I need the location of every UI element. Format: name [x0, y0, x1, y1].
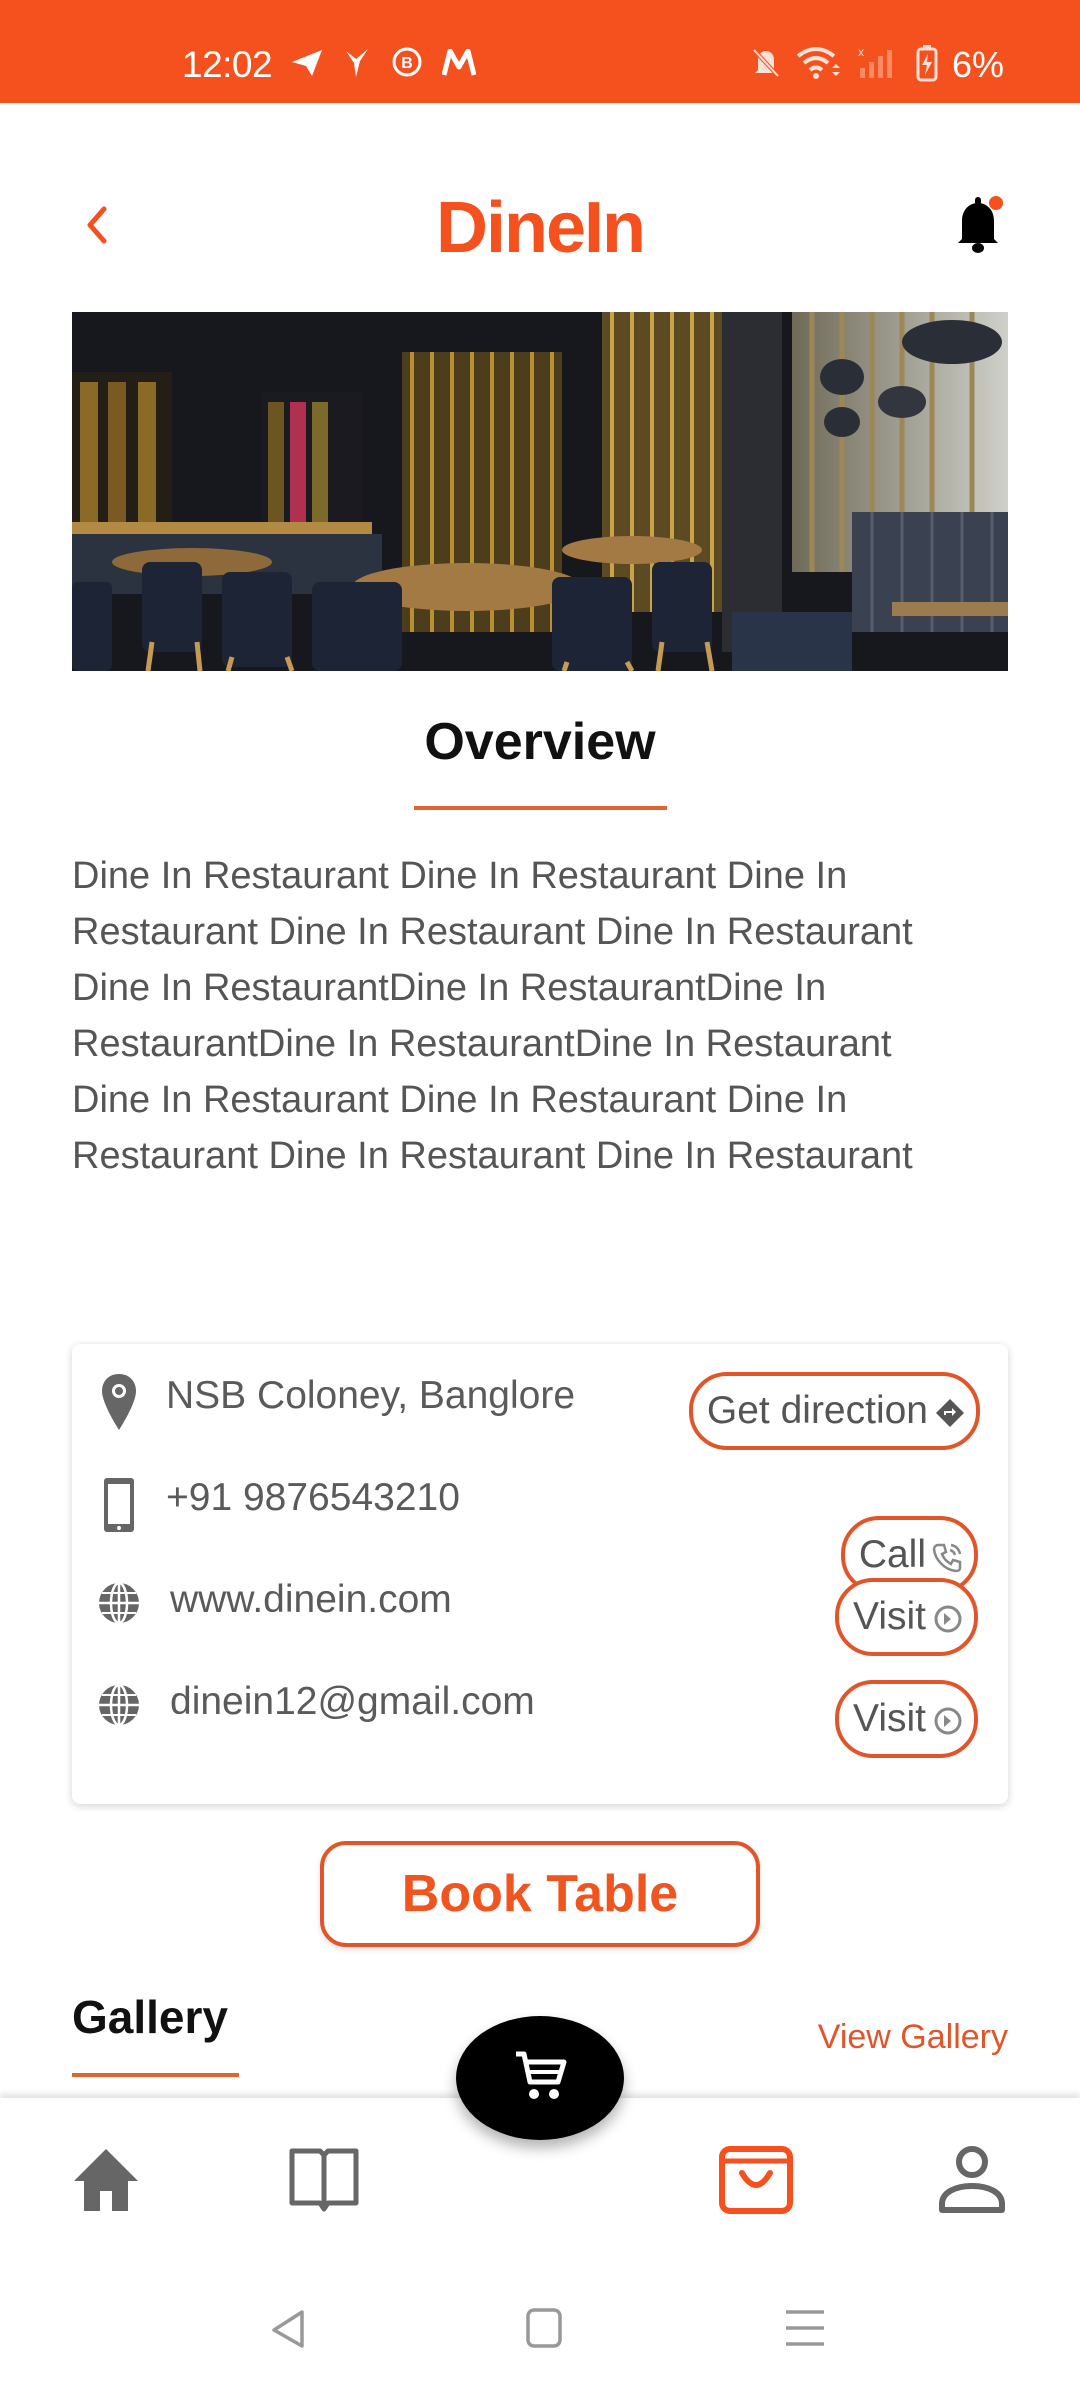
overview-heading: Overview: [424, 713, 656, 771]
b-chat-icon: B: [390, 46, 424, 84]
svg-text:B: B: [401, 55, 413, 72]
nav-profile[interactable]: [930, 2140, 1014, 2224]
status-time: 12:02: [182, 44, 273, 85]
status-left: 12:02 B: [182, 44, 477, 86]
nav-menu[interactable]: [282, 2140, 366, 2224]
signal-no-service-icon: x: [856, 45, 902, 84]
globe-icon: [96, 1682, 142, 1742]
phone-text: +91 9876543210: [166, 1476, 460, 1519]
phone-icon: [932, 1539, 964, 1573]
telegram-icon: [290, 48, 324, 82]
bird-app-icon: [342, 47, 372, 83]
gallery-underline: [72, 2073, 239, 2077]
overview-underline: [414, 806, 667, 810]
arrow-circle-right-icon: [932, 1601, 964, 1633]
system-navigation-bar: [0, 2248, 1080, 2400]
m-app-icon: [441, 48, 477, 81]
get-direction-button[interactable]: Get direction: [688, 1372, 980, 1450]
cart-button[interactable]: [456, 2016, 624, 2140]
battery-charging-icon: [916, 44, 938, 86]
app-header: DineIn: [0, 103, 1080, 303]
svg-text:x: x: [858, 46, 864, 59]
notifications-button[interactable]: [950, 193, 1010, 259]
visit-website-label: Visit: [853, 1595, 926, 1638]
view-gallery-link[interactable]: View Gallery: [818, 2018, 1008, 2057]
cart-icon: [512, 2048, 568, 2108]
system-home-button[interactable]: [522, 2306, 572, 2352]
contact-card: NSB Coloney, Banglore Get direction +91 …: [72, 1344, 1008, 1804]
triangle-back-icon: [266, 2310, 316, 2356]
map-pin-icon: [96, 1372, 142, 1432]
restaurant-interior-illustration: [72, 312, 1008, 671]
nav-orders[interactable]: [714, 2140, 798, 2224]
bell-muted-icon: [750, 46, 782, 84]
menu-lines-icon: [780, 2310, 830, 2356]
shopping-bag-icon: [718, 2145, 794, 2219]
home-icon: [70, 2145, 142, 2219]
restaurant-hero-image: [72, 312, 1008, 671]
smartphone-icon: [96, 1476, 142, 1536]
website-text: www.dinein.com: [170, 1578, 452, 1621]
directions-icon: [934, 1395, 966, 1427]
visit-website-button[interactable]: Visit: [835, 1578, 978, 1656]
system-back-button[interactable]: [266, 2306, 316, 2352]
globe-icon: [96, 1580, 142, 1640]
app-logo: DineIn: [435, 188, 646, 268]
call-label: Call: [858, 1533, 926, 1576]
overview-description: Dine In Restaurant Dine In Restaurant Di…: [72, 855, 913, 1177]
status-right: x 6%: [750, 44, 1004, 86]
bell-icon: [950, 196, 1010, 263]
visit-email-button[interactable]: Visit: [835, 1680, 978, 1758]
battery-percentage: 6%: [951, 44, 1004, 85]
status-bar: 12:02 B x 6%: [0, 0, 1080, 103]
square-home-icon: [522, 2308, 572, 2356]
visit-email-label: Visit: [853, 1697, 926, 1740]
book-open-icon: [286, 2145, 362, 2219]
user-icon: [936, 2144, 1008, 2220]
address-text: NSB Coloney, Banglore: [166, 1374, 576, 1417]
arrow-circle-right-icon: [932, 1703, 964, 1735]
get-direction-label: Get direction: [706, 1389, 928, 1432]
nav-home[interactable]: [64, 2140, 148, 2224]
gallery-heading: Gallery: [72, 1991, 228, 2043]
notification-dot: [989, 196, 1003, 210]
system-recents-button[interactable]: [780, 2306, 830, 2352]
book-table-button[interactable]: Book Table: [320, 1841, 760, 1947]
wifi-icon: [796, 46, 842, 84]
email-text: dinein12@gmail.com: [170, 1680, 535, 1723]
